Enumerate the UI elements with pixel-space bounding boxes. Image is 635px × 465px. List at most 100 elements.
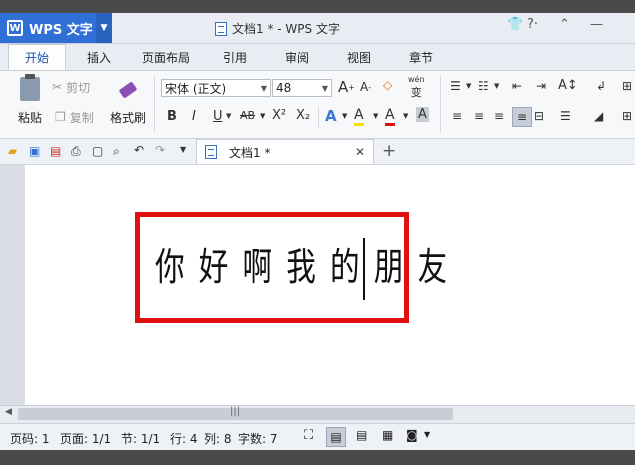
character-shading-button[interactable]: A <box>416 107 429 122</box>
format-painter-button[interactable]: 格式刷 <box>106 77 150 133</box>
print-icon[interactable]: ⎙ <box>71 144 81 159</box>
numbered-list-icon[interactable]: ☷ <box>478 79 489 93</box>
window-title-text: 文档1 * - WPS 文字 <box>232 22 340 36</box>
chevron-down-icon[interactable]: ▼ <box>424 430 430 439</box>
document-tab[interactable]: 文档1 * ✕ <box>196 139 374 164</box>
help-icon[interactable]: ?· <box>527 17 538 32</box>
tab-references[interactable]: 引用 <box>208 44 262 70</box>
reading-mode-icon[interactable]: ◙ <box>406 428 418 442</box>
underline-button[interactable]: U <box>213 109 223 124</box>
phonetic-guide-button[interactable]: wén 变 <box>408 75 425 100</box>
open-icon[interactable]: ▰ <box>8 144 17 158</box>
font-size-value: 48 <box>276 81 292 95</box>
bold-button[interactable]: B <box>167 109 177 124</box>
outline-view-icon[interactable]: ▤ <box>356 428 367 442</box>
chevron-down-icon[interactable]: ▼ <box>403 112 408 120</box>
chevron-down-icon[interactable]: ▼ <box>494 82 499 90</box>
minimize-icon[interactable]: — <box>590 17 603 32</box>
align-center-icon[interactable]: ≡ <box>474 109 484 123</box>
tab-chapter[interactable]: 章节 <box>394 44 448 70</box>
ribbon-separator <box>440 75 441 133</box>
distributed-align-icon[interactable]: ⊟ <box>534 109 544 123</box>
chevron-down-icon[interactable]: ▼ <box>342 112 347 120</box>
export-pdf-icon[interactable]: ▤ <box>50 144 61 158</box>
align-left-icon[interactable]: ≡ <box>452 109 462 123</box>
status-pages: 页面: 1/1 <box>60 432 112 446</box>
tab-home[interactable]: 开始 <box>8 44 66 70</box>
skin-icon[interactable]: 👕 <box>507 17 523 32</box>
copy-button[interactable]: ❐ 复制 <box>55 109 94 125</box>
chevron-down-icon[interactable]: ▼ <box>96 13 112 43</box>
status-column: 列: 8 <box>204 432 232 446</box>
font-name-value: 宋体 (正文) <box>165 81 227 96</box>
justify-icon[interactable]: ≡ <box>512 107 532 127</box>
new-tab-icon[interactable]: + <box>382 141 396 161</box>
grip-icon: ||| <box>230 406 241 417</box>
tab-insert[interactable]: 插入 <box>72 44 126 70</box>
highlight-button[interactable]: A <box>354 107 364 126</box>
app-name: WPS 文字 <box>29 22 93 38</box>
print-preview-icon[interactable]: ▢ <box>92 144 103 158</box>
strikethrough-button[interactable]: AB <box>240 109 255 122</box>
brush-icon <box>117 77 139 99</box>
sort-icon[interactable]: A↕ <box>558 78 578 93</box>
paragraph-mark-icon[interactable]: ↲ <box>596 79 606 93</box>
web-view-icon[interactable]: ▦ <box>382 428 393 442</box>
font-size-select[interactable]: 48 ▼ <box>272 79 332 97</box>
scroll-left-icon[interactable]: ◀ <box>5 407 12 417</box>
superscript-button[interactable]: X² <box>272 108 286 123</box>
status-bar: 页码: 1 页面: 1/1 节: 1/1 行: 4 列: 8 字数: 7 ⛶ ▤… <box>0 423 635 450</box>
grow-font-button[interactable]: A + <box>338 78 355 96</box>
bullet-list-icon[interactable]: ☰ <box>450 79 461 93</box>
shrink-font-button[interactable]: A- <box>360 80 371 94</box>
document-icon <box>215 21 227 36</box>
tab-view[interactable]: 视图 <box>332 44 386 70</box>
decrease-indent-icon[interactable]: ⇤ <box>512 79 522 93</box>
page-view-icon[interactable]: ▤ <box>326 427 346 447</box>
cut-button[interactable]: ✂ 剪切 <box>52 79 90 95</box>
document-icon <box>205 145 217 159</box>
full-screen-icon[interactable]: ⛶ <box>304 428 313 443</box>
collapse-ribbon-icon[interactable]: ⌃ <box>559 17 570 32</box>
ribbon-separator <box>318 107 319 127</box>
shrink-font-icon: A <box>360 80 369 94</box>
app-menu-button[interactable]: W WPS 文字 ▼ <box>0 13 112 43</box>
subscript-button[interactable]: X₂ <box>296 108 310 123</box>
horizontal-scrollbar[interactable]: ◀ ||| <box>0 405 635 423</box>
line-spacing-icon[interactable]: ☰ <box>560 109 571 123</box>
font-name-select[interactable]: 宋体 (正文) ▼ <box>161 79 271 97</box>
text-effect-button[interactable]: A <box>325 107 337 125</box>
chevron-down-icon: ▼ <box>260 83 267 93</box>
phonetic-guide-label: 变 <box>410 86 422 99</box>
ribbon-separator <box>154 75 155 133</box>
italic-button[interactable]: I <box>192 109 196 124</box>
status-section: 节: 1/1 <box>121 432 161 446</box>
font-color-button[interactable]: A <box>385 107 395 126</box>
chevron-down-icon[interactable]: ▼ <box>466 82 471 90</box>
tab-review[interactable]: 审阅 <box>270 44 324 70</box>
increase-indent-icon[interactable]: ⇥ <box>536 79 546 93</box>
redo-icon[interactable]: ↷ <box>155 143 165 157</box>
chevron-down-icon[interactable]: ▼ <box>226 112 231 120</box>
align-right-icon[interactable]: ≡ <box>494 109 504 123</box>
chevron-down-icon[interactable]: ▼ <box>373 112 378 120</box>
spellcheck-icon[interactable]: ⌕ <box>113 144 120 159</box>
ribbon-home: 粘贴 ✂ 剪切 ❐ 复制 格式刷 宋体 (正文) ▼ 48 ▼ A + A- ◇ wé… <box>0 71 635 139</box>
document-text[interactable]: 你 好 啊 我 的 朋 友 <box>155 236 449 291</box>
shading-icon[interactable]: ◢ <box>594 109 603 123</box>
document-tab-label: 文档1 * <box>229 145 271 160</box>
save-icon[interactable]: ▣ <box>29 144 40 158</box>
tab-page-layout[interactable]: 页面布局 <box>132 44 200 70</box>
paste-button[interactable]: 粘贴 <box>10 74 50 133</box>
clipboard-icon <box>20 74 40 101</box>
close-icon[interactable]: ✕ <box>355 145 365 159</box>
wps-logo-icon: W <box>7 20 23 36</box>
undo-icon[interactable]: ↶ <box>134 143 144 157</box>
scrollbar-thumb[interactable]: ||| <box>18 406 453 420</box>
chevron-down-icon[interactable]: ▼ <box>260 112 265 120</box>
cut-label: 剪切 <box>66 80 91 95</box>
clear-format-icon[interactable]: ◇ <box>383 78 392 92</box>
border-icon[interactable]: ⊞ <box>622 109 632 123</box>
customize-qat-icon[interactable]: ▼ <box>180 145 186 154</box>
table-icon[interactable]: ⊞ <box>622 79 632 93</box>
